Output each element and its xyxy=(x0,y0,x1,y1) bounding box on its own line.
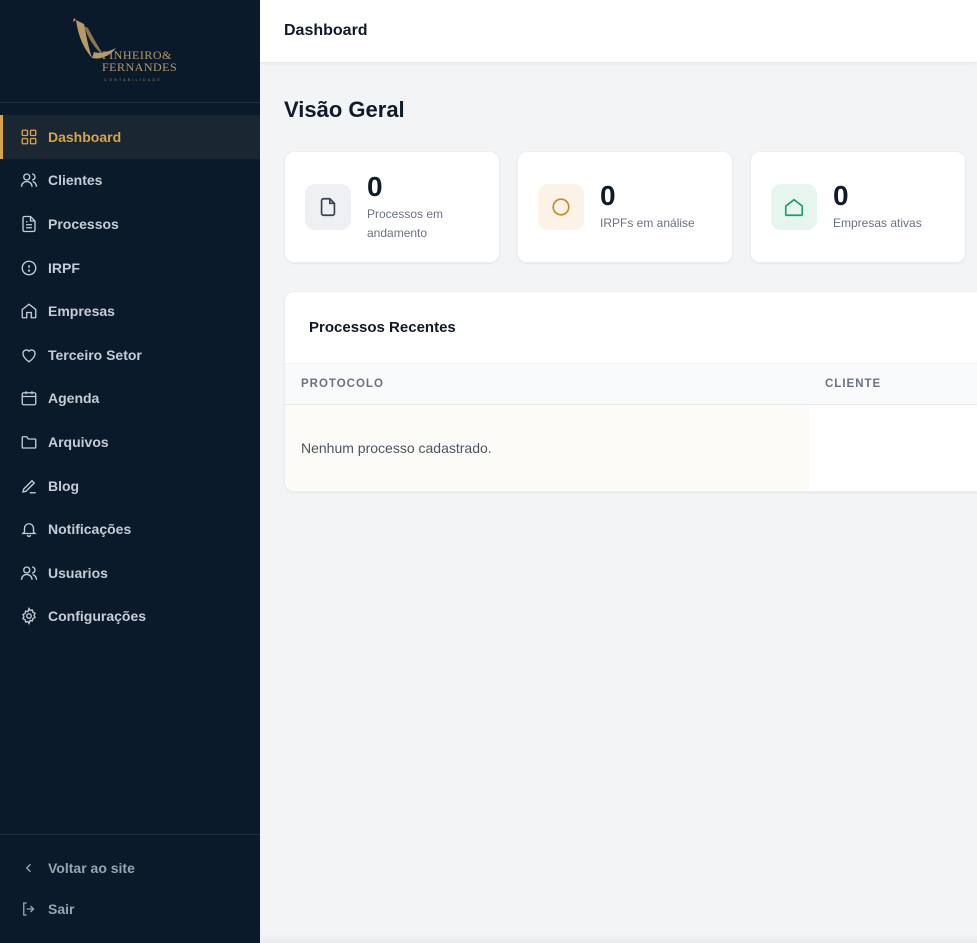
table-header: PROTOCOLO CLIENTE xyxy=(285,363,977,405)
table-row: Nenhum processo cadastrado. xyxy=(285,405,977,491)
chevron-left-icon xyxy=(20,859,38,877)
column-header-cliente[interactable]: CLIENTE xyxy=(809,378,881,390)
sidebar-item-agenda[interactable]: Agenda xyxy=(0,377,260,421)
sidebar-item-label: Agenda xyxy=(48,390,100,407)
clock-icon xyxy=(20,259,38,277)
sidebar-item-empresas[interactable]: Empresas xyxy=(0,289,260,333)
bottom-shade xyxy=(260,933,977,943)
recent-processes-card: Processos Recentes PROTOCOLO CLIENTE Nen… xyxy=(284,291,977,492)
logo: PINHEIRO& FERNANDES CONTABILIDADE xyxy=(70,16,190,86)
content: Visão Geral 0 Processos em andamento 0 I… xyxy=(260,63,977,492)
stat-icon-bg xyxy=(771,184,817,230)
recent-processes-title: Processos Recentes xyxy=(309,319,456,336)
sidebar-footer: Voltar ao site Sair xyxy=(0,834,260,943)
column-header-protocolo[interactable]: PROTOCOLO xyxy=(285,378,809,390)
sidebar-item-label: Clientes xyxy=(48,172,103,189)
sidebar-item-label: Blog xyxy=(48,477,80,494)
sidebar-item-usuarios[interactable]: Usuarios xyxy=(0,551,260,595)
sidebar-item-blog[interactable]: Blog xyxy=(0,464,260,508)
sidebar: PINHEIRO& FERNANDES CONTABILIDADE Dashbo… xyxy=(0,0,260,943)
topbar-title: Dashboard xyxy=(284,22,368,39)
users-icon xyxy=(20,564,38,582)
sidebar-item-irpf[interactable]: IRPF xyxy=(0,246,260,290)
stat-text: 0 IRPFs em análise xyxy=(600,181,695,233)
sidebar-item-label: Processos xyxy=(48,215,119,232)
main-area: Dashboard Visão Geral 0 Processos em and… xyxy=(260,0,977,943)
logout-button[interactable]: Sair xyxy=(0,888,260,929)
sidebar-item-label: IRPF xyxy=(48,259,80,276)
back-to-site-label: Voltar ao site xyxy=(48,859,135,876)
pen-icon xyxy=(20,477,38,495)
home-icon xyxy=(20,302,38,320)
stat-label: IRPFs em análise xyxy=(600,216,695,230)
heart-icon xyxy=(20,346,38,364)
stat-value: 0 xyxy=(367,170,383,202)
home-icon xyxy=(784,198,804,217)
sidebar-item-configuracoes[interactable]: Configurações xyxy=(0,595,260,639)
file-icon xyxy=(320,197,336,217)
sidebar-item-label: Notificações xyxy=(48,521,132,538)
logout-icon xyxy=(20,900,38,918)
sidebar-item-clientes[interactable]: Clientes xyxy=(0,159,260,203)
back-to-site-link[interactable]: Voltar ao site xyxy=(0,847,260,888)
sidebar-item-dashboard[interactable]: Dashboard xyxy=(0,115,260,159)
calendar-icon xyxy=(20,389,38,407)
sidebar-item-terceiro-setor[interactable]: Terceiro Setor xyxy=(0,333,260,377)
stat-value: 0 xyxy=(600,180,616,211)
stat-card-processos: 0 Processos em andamento xyxy=(284,151,500,263)
logout-label: Sair xyxy=(48,900,75,917)
stat-label: Processos em andamento xyxy=(367,206,444,240)
file-text-icon xyxy=(20,215,38,233)
grid-icon xyxy=(20,128,38,146)
sidebar-item-label: Empresas xyxy=(48,303,115,320)
app-root: PINHEIRO& FERNANDES CONTABILIDADE Dashbo… xyxy=(0,0,977,943)
sidebar-item-notificacoes[interactable]: Notificações xyxy=(0,507,260,551)
stat-card-empresas: 0 Empresas ativas xyxy=(750,151,966,263)
stat-text: 0 Processos em andamento xyxy=(367,170,477,243)
circle-icon xyxy=(552,198,570,216)
sidebar-item-label: Dashboard xyxy=(48,128,122,145)
stat-value: 0 xyxy=(833,180,849,211)
stats-row: 0 Processos em andamento 0 IRPFs em anál… xyxy=(284,151,977,263)
stat-card-irpf: 0 IRPFs em análise xyxy=(517,151,733,263)
folder-icon xyxy=(20,433,38,451)
sidebar-item-label: Usuarios xyxy=(48,564,108,581)
brand-line-2: FERNANDES xyxy=(102,60,178,74)
sidebar-item-label: Configurações xyxy=(48,608,147,625)
sidebar-item-label: Terceiro Setor xyxy=(48,346,142,363)
sidebar-nav: Dashboard Clientes Processos IRPF Empres… xyxy=(0,103,260,834)
sidebar-item-label: Arquivos xyxy=(48,433,109,450)
stat-icon-bg xyxy=(538,184,584,230)
sidebar-item-arquivos[interactable]: Arquivos xyxy=(0,420,260,464)
empty-message: Nenhum processo cadastrado. xyxy=(285,405,809,491)
brand-subtitle: CONTABILIDADE xyxy=(104,77,162,82)
bell-icon xyxy=(20,520,38,538)
topbar: Dashboard xyxy=(260,0,977,63)
stat-text: 0 Empresas ativas xyxy=(833,181,922,233)
users-icon xyxy=(20,171,38,189)
stat-label: Empresas ativas xyxy=(833,216,922,230)
stat-icon-bg xyxy=(305,184,351,230)
sidebar-item-processos[interactable]: Processos xyxy=(0,202,260,246)
brand-name: PINHEIRO& FERNANDES xyxy=(102,49,177,73)
brand-logo[interactable]: PINHEIRO& FERNANDES CONTABILIDADE xyxy=(0,0,260,103)
gear-icon xyxy=(20,607,38,626)
page-title: Visão Geral xyxy=(284,97,405,122)
